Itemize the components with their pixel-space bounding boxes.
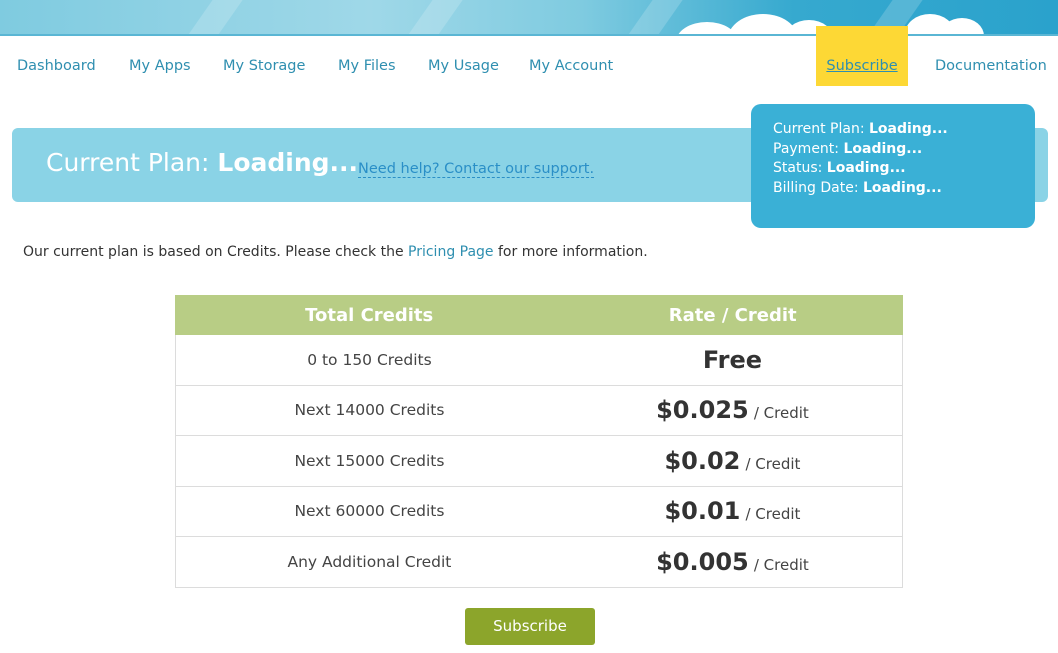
nav-item-documentation[interactable]: Documentation	[935, 58, 1047, 74]
header-total-credits: Total Credits	[174, 295, 564, 335]
price-value: Free	[702, 345, 763, 374]
table-row: Any Additional Credit $0.005 / Credit	[174, 536, 903, 588]
current-plan-title: Current Plan: Loading...	[46, 148, 358, 177]
pricing-header-row: Total Credits Rate / Credit	[174, 295, 903, 335]
pricing-table: Total Credits Rate / Credit 0 to 150 Cre…	[174, 295, 903, 588]
account-info-card: Current Plan: Loading... Payment: Loadin…	[751, 104, 1035, 228]
credits-cell: 0 to 150 Credits	[174, 334, 563, 386]
rate-cell: $0.005 / Credit	[562, 536, 903, 588]
nav-subscribe-label: Subscribe	[826, 58, 898, 74]
credits-cell: Next 15000 Credits	[174, 435, 563, 487]
table-row: Next 14000 Credits $0.025 / Credit	[174, 384, 903, 436]
pricing-page-link[interactable]: Pricing Page	[408, 244, 494, 260]
price-value: $0.01	[664, 497, 741, 526]
price-unit: / Credit	[745, 505, 801, 524]
table-row: 0 to 150 Credits Free	[174, 334, 903, 386]
nav-item-my-files[interactable]: My Files	[338, 58, 396, 74]
current-plan-prefix: Current Plan:	[46, 148, 210, 177]
price-value: $0.02	[664, 446, 741, 475]
credits-cell: Next 60000 Credits	[174, 485, 563, 537]
info-current-plan: Current Plan: Loading...	[773, 121, 948, 137]
table-row: Next 60000 Credits $0.01 / Credit	[174, 485, 903, 537]
contact-support-link[interactable]: Need help? Contact our support.	[358, 161, 595, 178]
info-payment: Payment: Loading...	[773, 140, 923, 157]
rate-cell: $0.025 / Credit	[562, 384, 903, 436]
header-rate-credit: Rate / Credit	[562, 295, 903, 335]
price-value: $0.025	[656, 396, 749, 425]
pricing-intro-text: Our current plan is based on Credits. Pl…	[23, 244, 648, 260]
rate-cell: $0.01 / Credit	[562, 485, 903, 537]
table-row: Next 15000 Credits $0.02 / Credit	[174, 435, 903, 487]
rate-cell: Free	[562, 334, 903, 386]
nav-item-my-account[interactable]: My Account	[529, 58, 613, 74]
info-status: Status: Loading...	[773, 160, 906, 177]
price-unit: / Credit	[745, 454, 801, 473]
nav-item-my-usage[interactable]: My Usage	[428, 58, 499, 74]
nav-item-dashboard[interactable]: Dashboard	[17, 58, 96, 74]
subscribe-button[interactable]: Subscribe	[465, 608, 595, 645]
nav-item-my-storage[interactable]: My Storage	[223, 58, 305, 74]
credits-cell: Any Additional Credit	[174, 536, 563, 588]
rate-cell: $0.02 / Credit	[562, 435, 903, 487]
price-value: $0.005	[656, 547, 749, 576]
info-billing-date: Billing Date: Loading...	[773, 179, 942, 196]
credits-cell: Next 14000 Credits	[174, 384, 563, 436]
nav-item-my-apps[interactable]: My Apps	[129, 58, 191, 74]
nav-subscribe-tab[interactable]: Subscribe	[816, 26, 908, 86]
price-unit: / Credit	[753, 555, 809, 574]
price-unit: / Credit	[753, 404, 809, 423]
current-plan-value: Loading...	[217, 148, 359, 177]
